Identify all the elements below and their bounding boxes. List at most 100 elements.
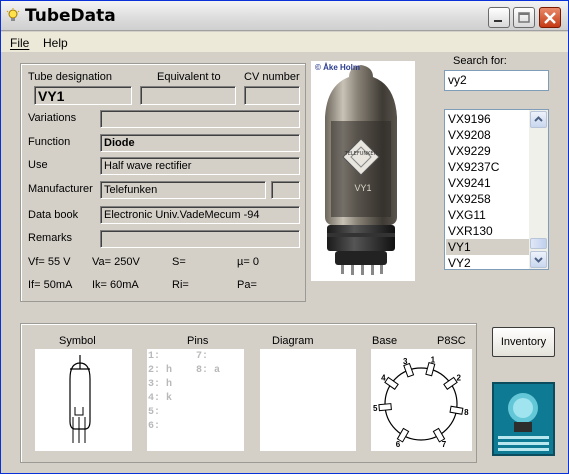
va-value: Va= 250V (92, 256, 140, 268)
minimize-button[interactable] (488, 7, 510, 28)
equivalent-to-field[interactable] (140, 86, 236, 105)
tube-list-item[interactable]: VXG11 (446, 207, 529, 223)
scroll-thumb[interactable] (530, 238, 547, 249)
maximize-button[interactable] (513, 7, 535, 28)
base-type-label: P8SC (437, 335, 466, 347)
pin-entry: 6: (148, 421, 161, 432)
maximize-icon (518, 12, 530, 23)
tube-list-item[interactable]: VX9196 (446, 111, 529, 127)
pin-entry: 2: h (148, 365, 173, 376)
remarks-label: Remarks (28, 232, 73, 244)
tube-list[interactable]: VX9196 VX9208 VX9229 VX9237C VX9241 VX9258 VXG… (444, 109, 549, 270)
data-book-label: Data book (28, 209, 79, 221)
symbol-box (35, 349, 132, 451)
app-logo (492, 382, 555, 456)
tube-list-item[interactable]: VX9258 (446, 191, 529, 207)
lightbulb-icon (6, 8, 20, 21)
minimize-icon (494, 20, 502, 22)
chevron-up-icon (534, 116, 543, 122)
vf-value: Vf= 55 V (28, 256, 71, 268)
tube-list-item[interactable]: VXR130 (446, 223, 529, 239)
base-pin-number: 3 (403, 357, 408, 366)
list-scrollbar[interactable] (529, 110, 548, 269)
tube-list-item[interactable]: VX9241 (446, 175, 529, 191)
base-pin: 1 (425, 356, 436, 377)
diode-symbol (69, 355, 91, 443)
scroll-down-button[interactable] (530, 251, 547, 268)
base-pin-number: 7 (442, 440, 447, 449)
pin-entry: 7: (196, 351, 209, 362)
menu-help-label: Help (43, 36, 68, 50)
function-field[interactable]: Diode (100, 134, 300, 152)
pins-box: 1: 2: h 3: h 4: k 5: 6: 7: 8: a (147, 349, 244, 451)
menu-file-label: File (10, 36, 30, 50)
main-window: TubeData File Help Tube designation Equi… (0, 0, 569, 474)
tube-designation-field[interactable]: VY1 (34, 86, 132, 105)
function-label: Function (28, 136, 71, 148)
mu-value: µ= 0 (237, 256, 259, 268)
diagram-label: Diagram (272, 335, 314, 347)
base-pin: 5 (373, 403, 392, 413)
use-field[interactable]: Half wave rectifier (100, 157, 300, 175)
symbol-label: Symbol (59, 335, 96, 347)
search-label: Search for: (453, 55, 507, 67)
base-pin-number: 6 (396, 440, 401, 449)
tube-brand-text: TELEFUNKEN (344, 151, 378, 157)
base-pin-number: 4 (381, 374, 386, 383)
chevron-down-icon (534, 257, 543, 263)
tube-list-item[interactable]: VX9237C (446, 159, 529, 175)
menu-file[interactable]: File (10, 36, 29, 50)
remarks-field[interactable] (100, 230, 300, 248)
pin-entry: 8: a (196, 365, 221, 376)
base-box: 1 2 3 4 5 6 7 8 (371, 349, 472, 451)
base-label: Base (372, 335, 398, 347)
ri-value: Ri= (172, 279, 189, 291)
variations-label: Variations (28, 112, 77, 124)
manufacturer-extra-field[interactable] (271, 181, 300, 199)
search-input[interactable]: vy2 (444, 70, 549, 91)
base-pin-number: 8 (464, 408, 469, 417)
tube-list-item[interactable]: VX9208 (446, 127, 529, 143)
cv-number-field[interactable] (244, 86, 300, 105)
tube-list-item[interactable]: VY1 (446, 239, 529, 255)
tube-designation-label: Tube designation (28, 71, 112, 83)
tube-list-item[interactable]: VX9229 (446, 143, 529, 159)
base-pin-number: 1 (431, 356, 436, 365)
data-book-field[interactable]: Electronic Univ.VadeMecum -94 (100, 206, 300, 224)
pin-entry: 4: k (148, 393, 173, 404)
tube-list-item[interactable]: VY2 (446, 255, 529, 269)
close-button[interactable] (539, 7, 561, 28)
photo-credit: © Åke Holm (315, 63, 361, 72)
variations-field[interactable] (100, 110, 300, 128)
ik-value: Ik= 60mA (92, 279, 139, 291)
tube-photo: TELEFUNKEN VY1 (311, 61, 415, 281)
equivalent-to-label: Equivalent to (157, 71, 221, 83)
pins-label: Pins (187, 335, 209, 347)
window-title: TubeData (25, 6, 116, 26)
tube-etched-designation: VY1 (354, 183, 371, 193)
base-pin: 3 (403, 357, 415, 378)
pa-value: Pa= (237, 279, 257, 291)
cv-number-label: CV number (244, 71, 300, 83)
menu-bar: File Help (1, 32, 568, 52)
s-value: S= (172, 256, 186, 268)
manufacturer-field[interactable]: Telefunken (100, 181, 266, 199)
tube-logo-icon (494, 384, 553, 454)
scroll-up-button[interactable] (530, 111, 547, 128)
manufacturer-label: Manufacturer (28, 183, 93, 195)
pin-entry: 1: (148, 351, 161, 362)
base-diagram: 1 2 3 4 5 6 7 8 (373, 356, 469, 449)
inventory-button[interactable]: Inventory (492, 327, 555, 357)
title-bar[interactable]: TubeData (1, 1, 568, 31)
base-pin-number: 5 (373, 404, 378, 413)
if-value: If= 50mA (28, 279, 73, 291)
menu-help[interactable]: Help (43, 36, 68, 50)
close-icon (544, 12, 556, 24)
pin-entry: 3: h (148, 379, 173, 390)
tube-image: TELEFUNKEN VY1 (325, 65, 397, 275)
base-pin-number: 2 (456, 374, 461, 383)
pin-entry: 5: (148, 407, 161, 418)
base-pin: 8 (449, 405, 469, 417)
use-label: Use (28, 159, 48, 171)
diagram-box (260, 349, 356, 451)
